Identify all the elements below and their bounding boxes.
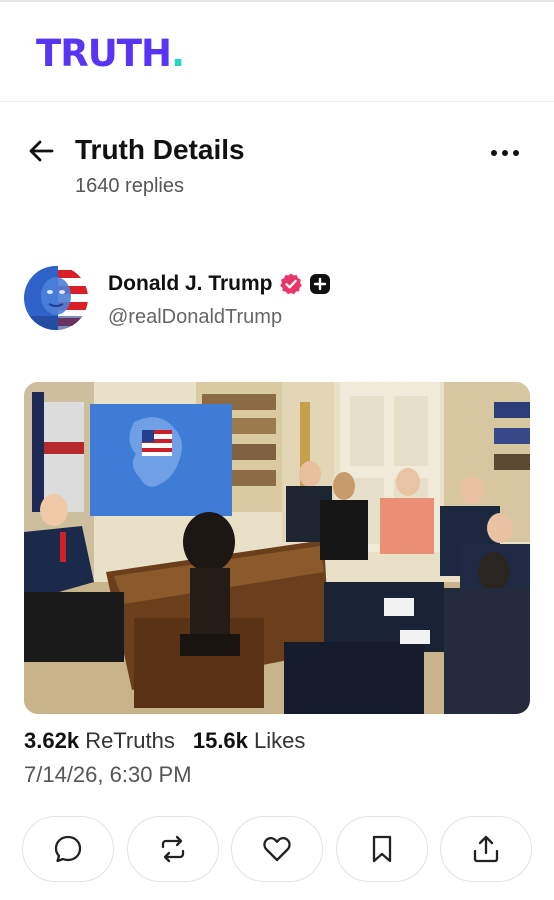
post-image[interactable] bbox=[24, 382, 530, 714]
share-icon bbox=[473, 835, 499, 863]
author-handle[interactable]: @realDonaldTrump bbox=[108, 306, 282, 329]
reply-button[interactable] bbox=[22, 816, 114, 882]
post-author: Donald J. Trump @realDonaldTrump bbox=[0, 264, 554, 334]
post-timestamp: 7/14/26, 6:30 PM bbox=[24, 762, 192, 787]
back-button[interactable] bbox=[26, 135, 58, 167]
like-icon bbox=[263, 837, 291, 862]
retruth-icon bbox=[161, 835, 184, 863]
avatar-image bbox=[24, 266, 88, 330]
retruths-stat[interactable]: 3.62k ReTruths bbox=[24, 728, 175, 754]
reply-icon bbox=[54, 835, 82, 863]
avatar[interactable] bbox=[24, 266, 88, 330]
like-button[interactable] bbox=[231, 816, 323, 882]
post-actions bbox=[22, 816, 532, 884]
page-title: Truth Details bbox=[75, 134, 245, 165]
more-horizontal-icon bbox=[491, 150, 519, 156]
post-stats: 3.62k ReTruths 15.6k Likes bbox=[24, 728, 305, 754]
likes-stat[interactable]: 15.6k Likes bbox=[193, 728, 306, 754]
replies-count: 1640 replies bbox=[75, 175, 184, 197]
top-bar: TRUTH. bbox=[0, 0, 554, 102]
details-header: Truth Details 1640 replies bbox=[0, 125, 554, 205]
share-button[interactable] bbox=[440, 816, 532, 882]
more-options-button[interactable] bbox=[488, 141, 522, 165]
post-photo bbox=[24, 382, 530, 714]
bookmark-icon bbox=[372, 835, 391, 863]
retruth-button[interactable] bbox=[126, 816, 219, 882]
plus-badge-icon bbox=[309, 274, 330, 294]
arrow-left-icon bbox=[29, 140, 54, 162]
truth-logo[interactable]: TRUTH. bbox=[36, 32, 185, 75]
bookmark-button[interactable] bbox=[335, 816, 428, 882]
author-name-row: Donald J. Trump bbox=[108, 270, 331, 298]
verified-badge-icon bbox=[279, 273, 302, 295]
author-name[interactable]: Donald J. Trump bbox=[108, 272, 273, 296]
